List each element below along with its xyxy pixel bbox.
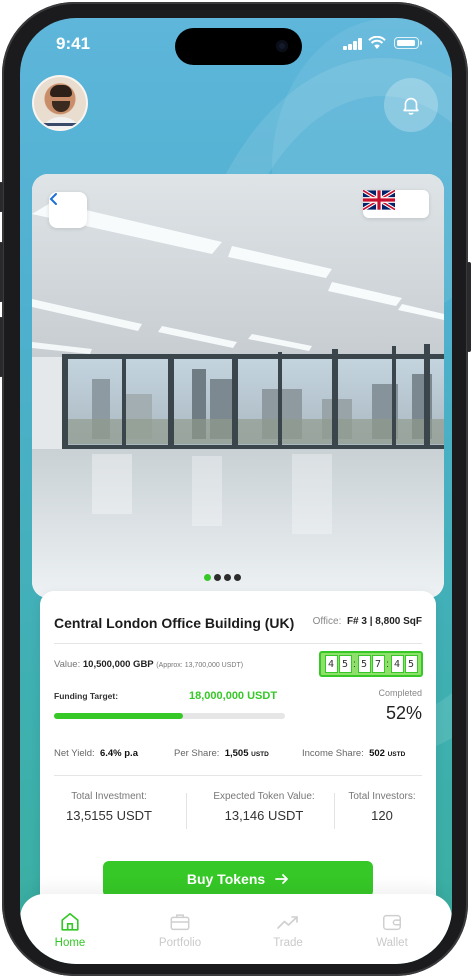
- briefcase-icon: [170, 914, 190, 931]
- total-investors: Total Investors: 120: [340, 791, 424, 823]
- total-investment-value: 13,5155 USDT: [66, 808, 152, 823]
- bottom-tab-bar: Home Portfolio Trade Wallet: [20, 894, 452, 964]
- countdown-timer: 4 5 : 5 7 : 4 5: [319, 651, 423, 677]
- timer-digit: 4: [390, 655, 404, 673]
- status-bar: 9:41: [20, 18, 452, 68]
- carousel-dot[interactable]: [204, 574, 211, 581]
- property-details-card: Central London Office Building (UK) Offi…: [40, 591, 436, 911]
- buy-tokens-button[interactable]: Buy Tokens: [103, 861, 373, 897]
- property-value: Value: 10,500,000 GBP (Approx: 13,700,00…: [54, 659, 243, 670]
- net-yield-label: Net Yield:: [54, 748, 95, 759]
- avatar[interactable]: [32, 75, 88, 131]
- country-badge: UK: [363, 190, 429, 218]
- camera-icon: [276, 40, 288, 52]
- home-icon: [61, 912, 79, 931]
- value-amount: 10,500,000 GBP: [82, 659, 154, 670]
- tab-label: Trade: [273, 937, 303, 949]
- total-investment: Total Investment: 13,5155 USDT: [54, 791, 164, 823]
- timer-colon: :: [353, 658, 356, 670]
- wifi-icon: [368, 36, 386, 49]
- net-yield: Net Yield: 6.4% p.a: [54, 748, 138, 759]
- column-divider: [334, 793, 335, 829]
- notifications-button[interactable]: [384, 78, 438, 132]
- value-approx: (Approx: 13,700,000 USDT): [156, 662, 244, 669]
- total-investors-value: 120: [371, 808, 393, 823]
- office-info: Office: F# 3 | 8,800 SqF: [313, 616, 422, 627]
- battery-icon: [394, 37, 422, 49]
- tab-label: Portfolio: [158, 937, 202, 949]
- expected-token-label: Expected Token Value:: [213, 791, 315, 802]
- timer-digit: 5: [338, 655, 352, 673]
- carousel-dot[interactable]: [234, 574, 241, 581]
- tab-wallet[interactable]: Wallet: [352, 910, 432, 949]
- status-time: 9:41: [56, 34, 91, 53]
- back-button[interactable]: [49, 192, 87, 228]
- tab-home[interactable]: Home: [30, 910, 110, 949]
- power-button: [467, 262, 471, 352]
- completed-percent: 52%: [385, 703, 422, 723]
- office-details: F# 3 | 8,800 SqF: [346, 616, 422, 627]
- per-share-label: Per Share:: [174, 748, 220, 759]
- divider: [54, 643, 422, 644]
- funding-target-value: 18,000,000 USDT: [189, 690, 278, 702]
- total-investors-label: Total Investors:: [348, 791, 416, 802]
- tab-portfolio[interactable]: Portfolio: [140, 910, 220, 949]
- buy-tokens-label: Buy Tokens: [186, 871, 266, 887]
- expected-token-value: Expected Token Value: 13,146 USDT: [194, 791, 334, 823]
- expected-token-amount: 13,146 USDT: [224, 808, 304, 823]
- funding-progress-bar: [54, 713, 285, 719]
- timer-digit: 7: [371, 655, 385, 673]
- uk-flag-icon: [363, 190, 395, 210]
- action-button: [0, 182, 3, 212]
- volume-down-button: [0, 317, 3, 377]
- income-share-unit: USTD: [387, 751, 406, 758]
- column-divider: [186, 793, 187, 829]
- funding-target-label: Funding Target:: [54, 691, 119, 701]
- tab-label: Wallet: [376, 937, 408, 949]
- dynamic-island: [175, 28, 302, 65]
- income-share: Income Share: 502 USTD: [302, 748, 405, 759]
- phone-frame: 9:41 Central London Office Building (UK)…: [0, 2, 471, 976]
- carousel-indicator[interactable]: [204, 574, 241, 581]
- trend-icon: [277, 916, 298, 929]
- property-image-carousel[interactable]: UK: [32, 174, 444, 598]
- divider: [54, 775, 422, 776]
- total-investment-label: Total Investment:: [71, 791, 147, 802]
- property-title: Central London Office Building (UK): [54, 615, 295, 631]
- timer-colon: :: [386, 658, 389, 670]
- carousel-dot[interactable]: [214, 574, 221, 581]
- chevron-left-icon: [49, 193, 57, 205]
- investment-summary: Total Investment: 13,5155 USDT Expected …: [54, 791, 422, 841]
- signal-icon: [343, 38, 363, 50]
- income-share-value: 502: [369, 748, 385, 759]
- completed-label: Completed: [378, 688, 422, 698]
- office-interior-image: [32, 174, 444, 598]
- timer-digit: 5: [357, 655, 371, 673]
- timer-digit: 4: [324, 655, 338, 673]
- funding-progress-fill: [54, 713, 184, 719]
- app-screen: 9:41 Central London Office Building (UK)…: [20, 18, 452, 964]
- arrow-right-icon: [275, 874, 289, 884]
- value-label: Value:: [54, 659, 81, 670]
- net-yield-value: 6.4% p.a: [99, 748, 138, 759]
- wallet-icon: [383, 914, 401, 931]
- per-share-unit: USTD: [251, 751, 269, 758]
- volume-up-button: [0, 242, 3, 302]
- income-share-label: Income Share:: [302, 748, 364, 759]
- per-share: Per Share: 1,505 USTD: [174, 748, 269, 759]
- carousel-dot[interactable]: [224, 574, 231, 581]
- timer-digit: 5: [404, 655, 418, 673]
- office-label: Office:: [312, 616, 342, 627]
- tab-label: Home: [54, 937, 86, 949]
- per-share-value: 1,505: [224, 748, 249, 759]
- tab-trade[interactable]: Trade: [248, 910, 328, 949]
- bell-icon: [403, 97, 419, 115]
